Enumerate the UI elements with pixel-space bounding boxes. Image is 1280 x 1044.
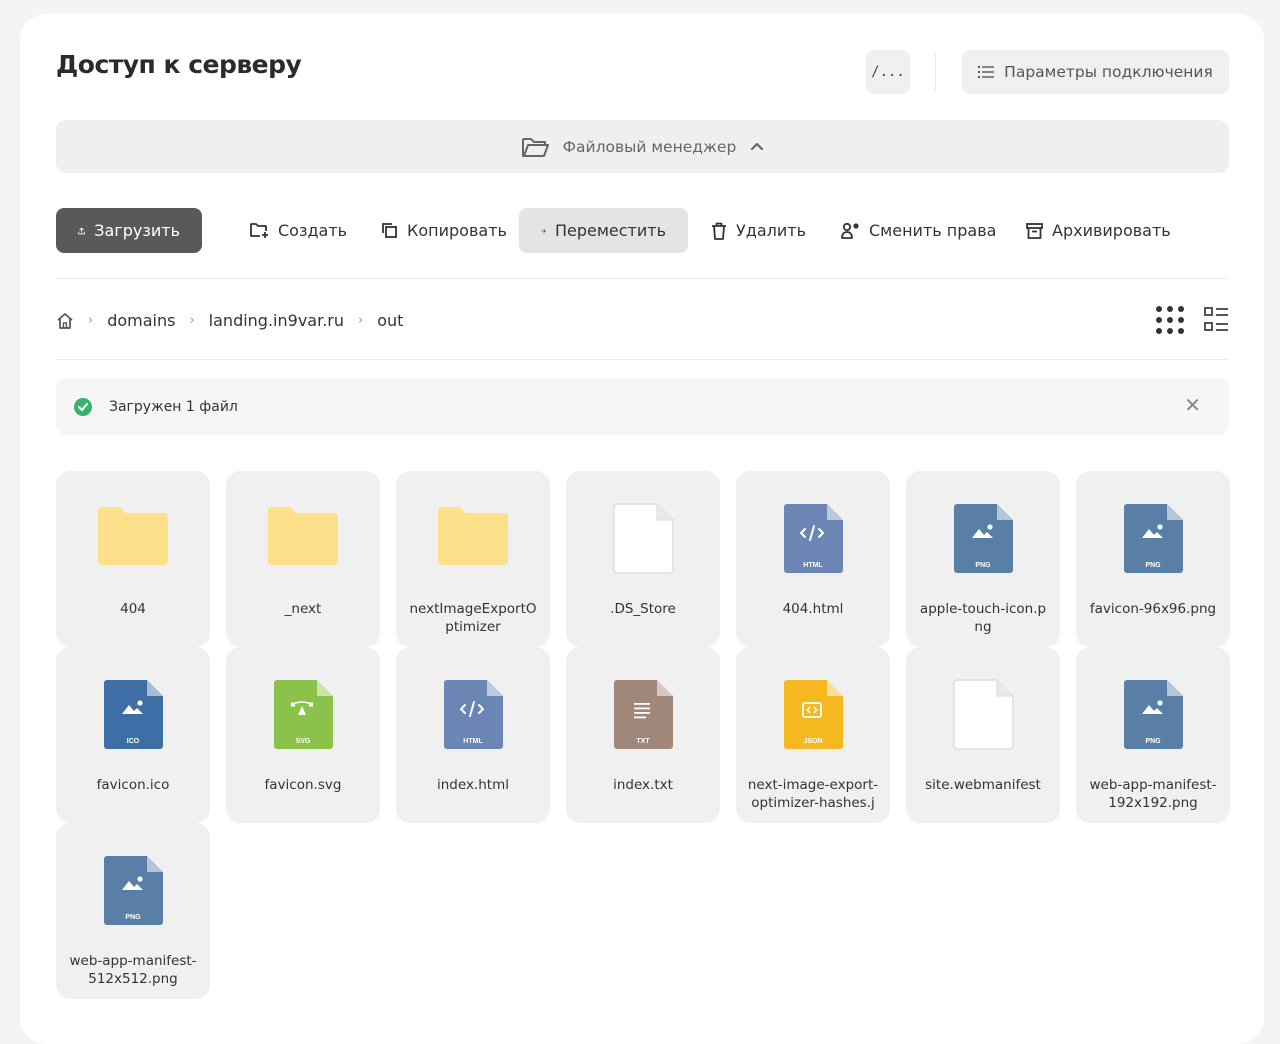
file-name: index.html — [437, 777, 509, 793]
alert-text: Загружен 1 файл — [109, 398, 238, 415]
file-tile[interactable]: PNG apple-touch-icon.png — [906, 471, 1060, 647]
grid-view-icon[interactable] — [1155, 305, 1185, 335]
file-name: _next — [284, 601, 322, 617]
folder-icon — [396, 503, 550, 575]
svg-text:ICO: ICO — [127, 738, 140, 745]
header-divider — [935, 52, 936, 92]
file-name: favicon.ico — [96, 777, 170, 793]
file-name: 404 — [120, 601, 146, 617]
trash-icon — [712, 222, 726, 240]
file-name: index.txt — [613, 777, 673, 793]
chevron-right-icon: › — [88, 312, 94, 328]
svg-text:HTML: HTML — [803, 562, 823, 569]
toolbar-divider — [56, 278, 1229, 279]
blank-file-icon — [906, 679, 1060, 751]
chevron-up-icon — [751, 142, 764, 151]
home-icon[interactable] — [56, 312, 74, 329]
list-icon — [978, 66, 995, 78]
file-manager-title: Файловый менеджер — [562, 137, 737, 156]
page-title: Доступ к серверу — [56, 50, 302, 79]
user-gear-icon — [841, 222, 859, 239]
file-name: apple-touch-icon.png — [919, 601, 1047, 635]
change-permissions-button[interactable]: Сменить права — [819, 208, 1018, 253]
file-tile[interactable]: PNG web-app-manifest-512x512.png — [56, 823, 210, 999]
file-tile[interactable]: SVG favicon.svg — [226, 647, 380, 823]
breadcrumb-divider — [56, 359, 1229, 360]
file-tile[interactable]: .DS_Store — [566, 471, 720, 647]
toolbar: Загрузить Создать Копировать Переместить… — [56, 208, 1229, 253]
folder-icon — [56, 503, 210, 575]
file-name: favicon-96x96.png — [1089, 601, 1217, 617]
html-file-icon: HTML — [396, 679, 550, 751]
chevron-right-icon: › — [189, 312, 195, 328]
terminal-icon: /... — [871, 64, 905, 80]
json-file-icon: JSON — [736, 679, 890, 751]
upload-success-alert: Загружен 1 файл ✕ — [56, 378, 1229, 435]
file-name: web-app-manifest-192x192.png — [1089, 777, 1217, 811]
connection-params-label: Параметры подключения — [1004, 63, 1213, 81]
file-tile[interactable]: PNG web-app-manifest-192x192.png — [1076, 647, 1230, 823]
folder-plus-icon — [250, 223, 268, 238]
image-file-icon: PNG — [1076, 679, 1230, 751]
connection-params-button[interactable]: Параметры подключения — [962, 50, 1229, 94]
file-name: site.webmanifest — [925, 777, 1041, 793]
copy-icon — [382, 223, 397, 238]
view-switcher — [1155, 305, 1229, 335]
close-icon[interactable]: ✕ — [1184, 395, 1201, 415]
file-tile[interactable]: TXT index.txt — [566, 647, 720, 823]
html-file-icon: HTML — [736, 503, 890, 575]
chevron-right-icon: › — [358, 312, 364, 328]
svg-text:PNG: PNG — [1145, 562, 1161, 569]
archive-icon — [1026, 222, 1043, 239]
folder-icon — [226, 503, 380, 575]
svg-text:PNG: PNG — [1145, 738, 1161, 745]
txt-file-icon: TXT — [566, 679, 720, 751]
archive-button[interactable]: Архивировать — [1004, 208, 1193, 253]
file-manager-toggle[interactable]: Файловый менеджер — [56, 120, 1229, 173]
file-tile[interactable]: site.webmanifest — [906, 647, 1060, 823]
upload-icon — [78, 227, 85, 234]
ico-file-icon: ICO — [56, 679, 210, 751]
svg-text:JSON: JSON — [803, 738, 822, 745]
file-name: 404.html — [782, 601, 844, 617]
upload-button[interactable]: Загрузить — [56, 208, 202, 253]
copy-button[interactable]: Копировать — [359, 208, 529, 253]
svg-file-icon: SVG — [226, 679, 380, 751]
breadcrumb-item[interactable]: landing.in9var.ru — [209, 311, 344, 330]
delete-button[interactable]: Удалить — [689, 208, 828, 253]
file-tile[interactable]: nextImageExportOptimizer — [396, 471, 550, 647]
file-tile[interactable]: _next — [226, 471, 380, 647]
svg-text:HTML: HTML — [463, 738, 483, 745]
file-tile[interactable]: PNG favicon-96x96.png — [1076, 471, 1230, 647]
svg-text:TXT: TXT — [636, 738, 650, 745]
move-button[interactable]: Переместить — [519, 208, 688, 253]
file-tile[interactable]: 404 — [56, 471, 210, 647]
image-file-icon: PNG — [906, 503, 1060, 575]
terminal-button[interactable]: /... — [866, 50, 910, 94]
file-tile[interactable]: JSON next-image-export-optimizer-hashes.j — [736, 647, 890, 823]
breadcrumb-item[interactable]: domains — [107, 311, 175, 330]
file-name: favicon.svg — [264, 777, 342, 793]
file-tile[interactable]: HTML 404.html — [736, 471, 890, 647]
breadcrumb: › domains › landing.in9var.ru › out — [56, 307, 403, 333]
file-tile[interactable]: HTML index.html — [396, 647, 550, 823]
create-button[interactable]: Создать — [227, 208, 369, 253]
arrow-right-icon — [541, 228, 546, 233]
image-file-icon: PNG — [56, 855, 210, 927]
svg-text:PNG: PNG — [975, 562, 991, 569]
image-file-icon: PNG — [1076, 503, 1230, 575]
svg-text:SVG: SVG — [296, 738, 311, 745]
list-view-icon[interactable] — [1203, 305, 1229, 333]
svg-text:PNG: PNG — [125, 914, 141, 921]
file-name: web-app-manifest-512x512.png — [69, 953, 197, 987]
breadcrumb-item[interactable]: out — [377, 311, 403, 330]
blank-file-icon — [566, 503, 720, 575]
check-circle-icon — [74, 397, 92, 416]
folder-open-icon — [521, 137, 549, 157]
file-name: .DS_Store — [610, 601, 676, 617]
file-name: nextImageExportOptimizer — [409, 601, 537, 635]
file-name: next-image-export-optimizer-hashes.j — [747, 777, 879, 811]
file-tile[interactable]: ICO favicon.ico — [56, 647, 210, 823]
